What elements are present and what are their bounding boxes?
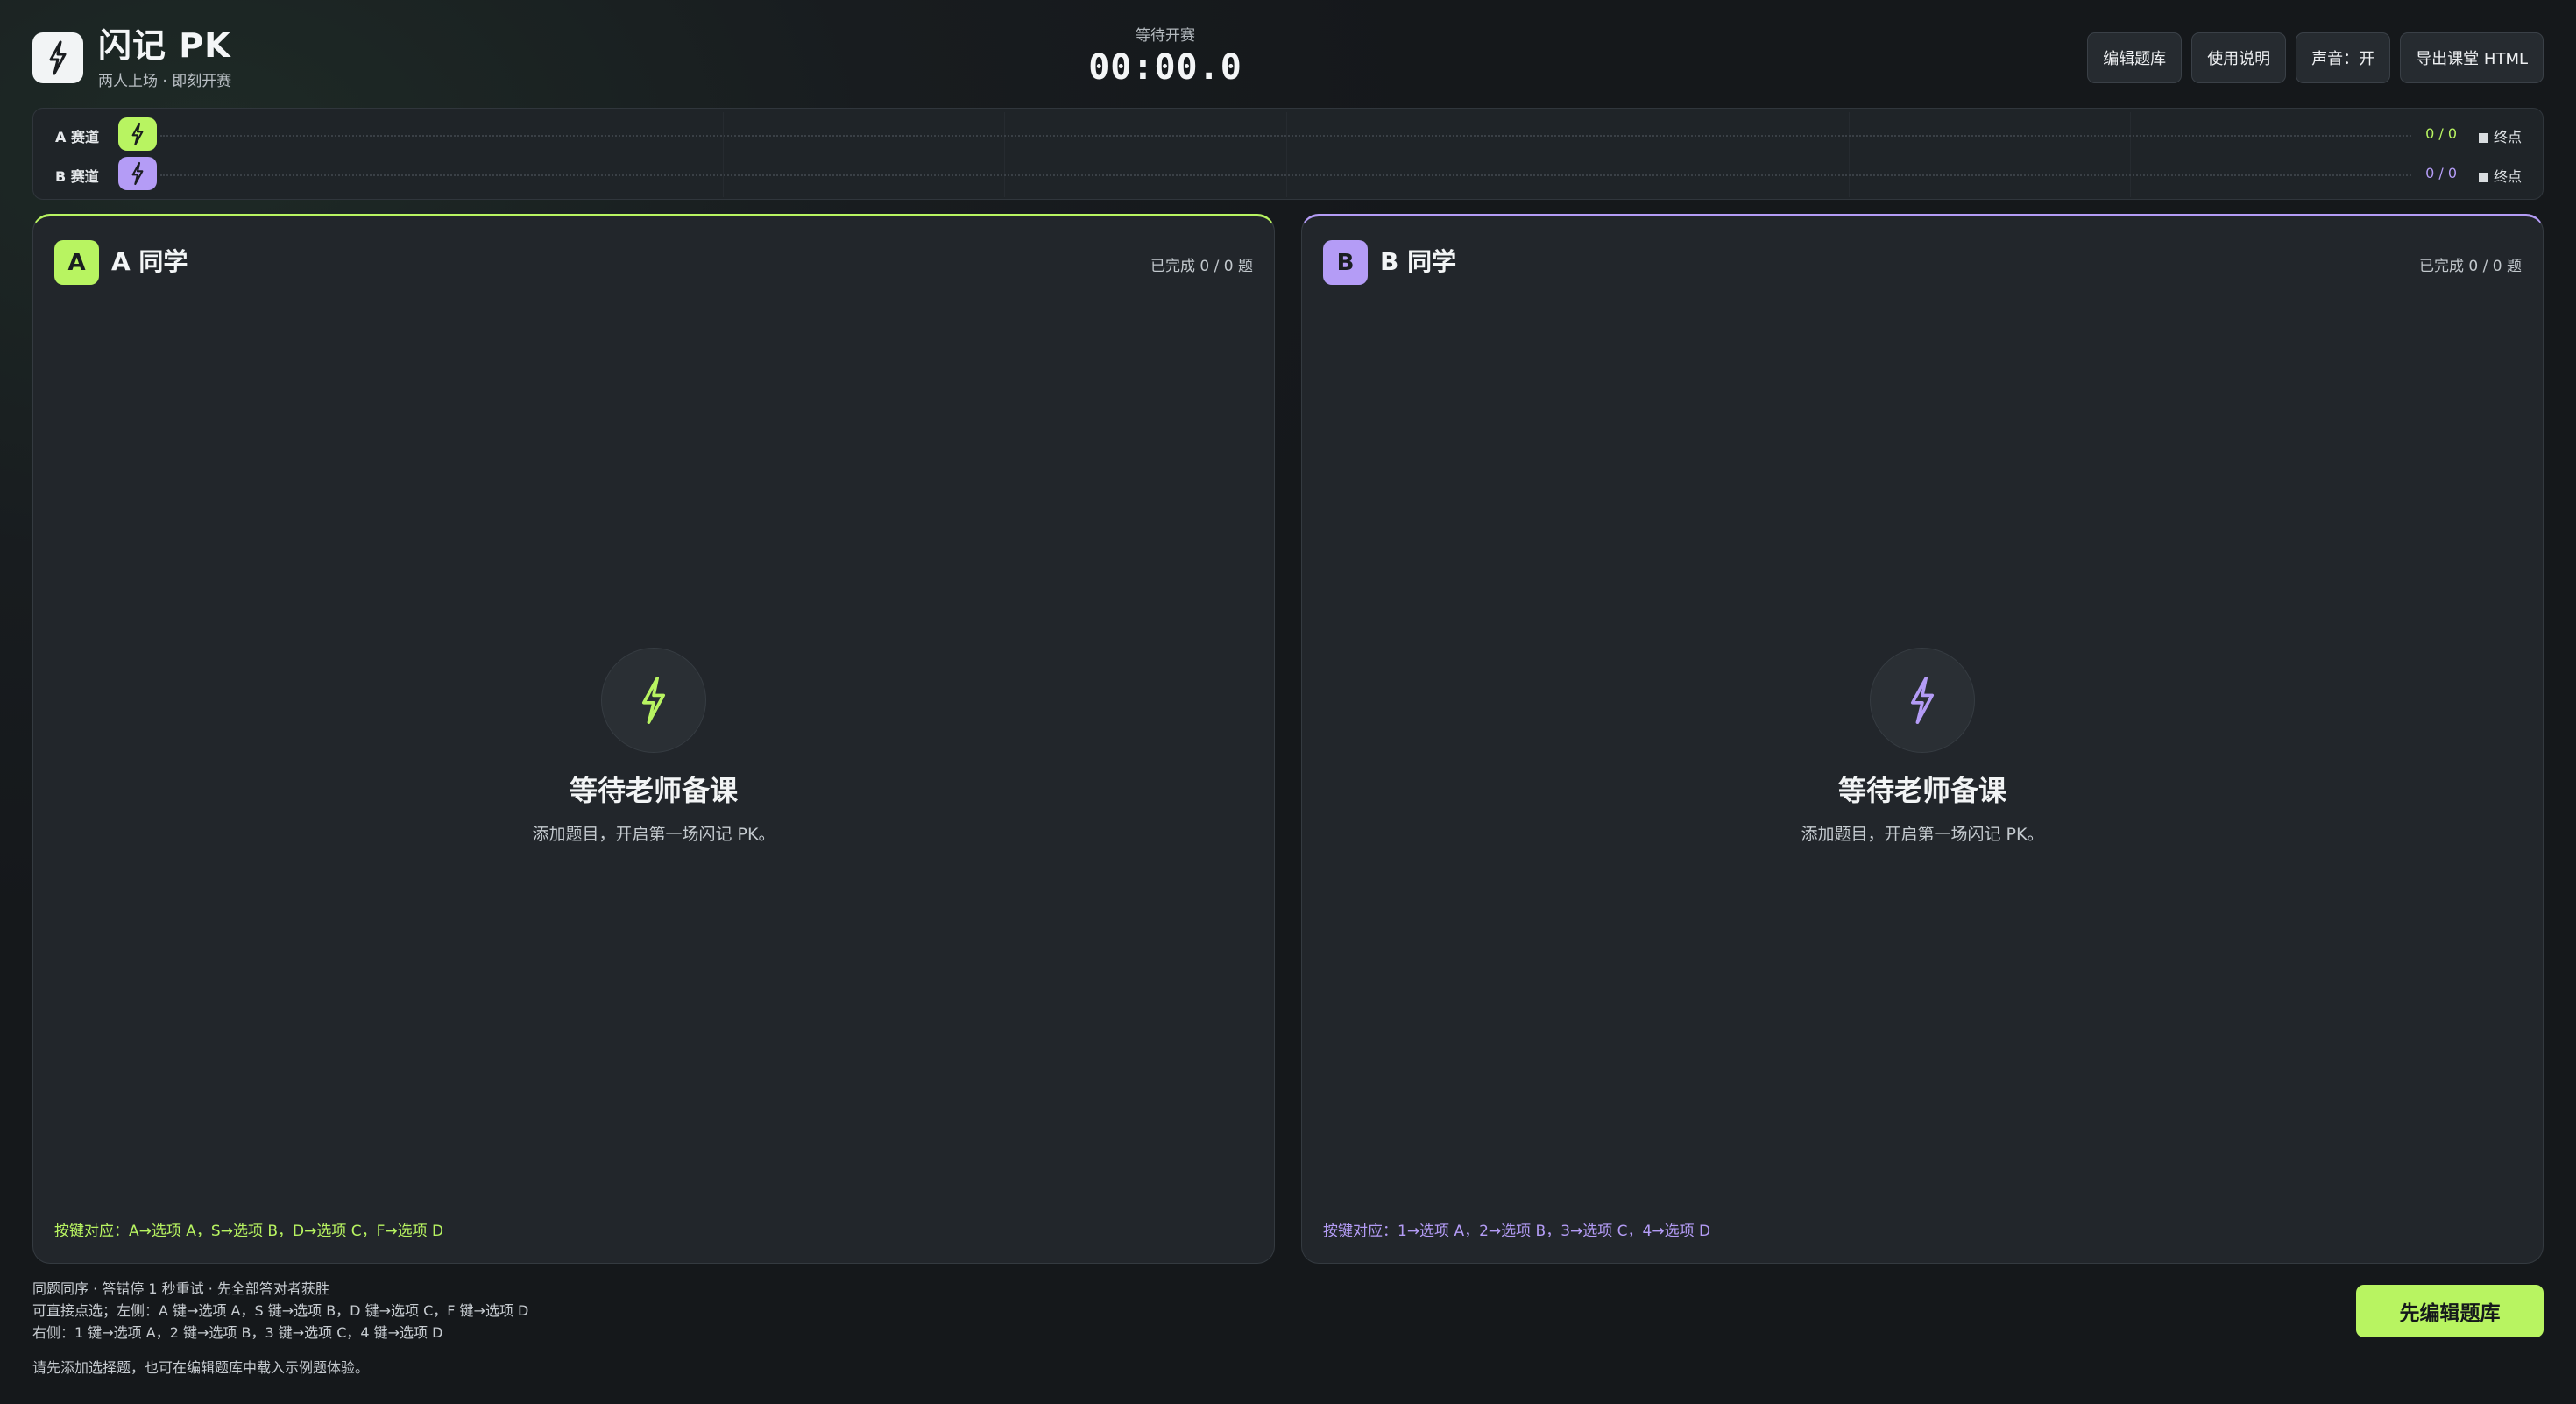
instructions-button[interactable]: 使用说明 — [2191, 32, 2287, 83]
app-logo — [32, 32, 83, 83]
player-progress: 已完成 0 / 0 题 — [2419, 258, 2522, 275]
empty-description: 添加题目，开启第一场闪记 PK。 — [532, 825, 775, 844]
rules-text: 同题同序 · 答错停 1 秒重试 · 先全部答对者获胜 — [32, 1280, 329, 1297]
lane-label: B 赛道 — [55, 168, 99, 185]
lane-label: A 赛道 — [55, 129, 99, 145]
header: 闪记 PK 两人上场 · 即刻开赛 等待开赛 00:00.0 编辑题库 使用说明… — [0, 0, 2576, 105]
left-keys-text: 可直接点选；左侧：A 键→选项 A，S 键→选项 B，D 键→选项 C，F 键→… — [32, 1302, 529, 1319]
player-name: A 同学 — [111, 247, 188, 276]
edit-bank-primary-button[interactable]: 先编辑题库 — [2356, 1285, 2544, 1337]
player-name: B 同学 — [1380, 247, 1457, 276]
lane-a: A 赛道 0 / 0 终点 — [33, 112, 2543, 158]
sound-toggle-button[interactable]: 声音：开 — [2296, 32, 2391, 83]
timer: 等待开赛 00:00.0 — [1025, 26, 1306, 89]
lightning-bolt-icon — [1910, 676, 1935, 725]
timer-value: 00:00.0 — [1088, 47, 1242, 88]
player-panel-b: B B 同学 已完成 0 / 0 题 等待老师备课 添加题目，开启第一场闪记 P… — [1301, 214, 2544, 1264]
right-keys-text: 右侧：1 键→选项 A，2 键→选项 B，3 键→选项 C，4 键→选项 D — [32, 1324, 443, 1341]
empty-title: 等待老师备课 — [569, 774, 738, 807]
footer-tip: 请先添加选择题，也可在编辑题库中载入示例题体验。 — [32, 1359, 370, 1376]
runner-a — [118, 117, 157, 151]
empty-description: 添加题目，开启第一场闪记 PK。 — [1801, 825, 2044, 844]
player-badge: A — [54, 240, 99, 285]
empty-icon-circle — [601, 648, 706, 753]
lightning-bolt-icon — [131, 122, 144, 146]
lane-line — [160, 174, 2411, 176]
empty-icon-circle — [1870, 648, 1975, 753]
empty-state: 等待老师备课 添加题目，开启第一场闪记 PK。 — [33, 648, 1274, 846]
lightning-bolt-icon — [131, 161, 144, 186]
footer-notes: 同题同序 · 答错停 1 秒重试 · 先全部答对者获胜 可直接点选；左侧：A 键… — [32, 1278, 528, 1344]
lightning-bolt-icon — [49, 40, 67, 75]
finish-label: 终点 — [2493, 129, 2522, 145]
timer-status: 等待开赛 — [1136, 27, 1195, 45]
player-badge: B — [1323, 240, 1368, 285]
lane-count: 0 / 0 — [2425, 125, 2457, 142]
toolbar: 编辑题库 使用说明 声音：开 导出课堂 HTML — [2087, 32, 2544, 83]
app-subtitle: 两人上场 · 即刻开赛 — [98, 73, 232, 90]
finish-label: 终点 — [2493, 168, 2522, 185]
finish-square-icon — [2478, 173, 2488, 182]
empty-state: 等待老师备课 添加题目，开启第一场闪记 PK。 — [1302, 648, 2543, 846]
player-progress: 已完成 0 / 0 题 — [1150, 258, 1253, 275]
player-panel-a: A A 同学 已完成 0 / 0 题 等待老师备课 添加题目，开启第一场闪记 P… — [32, 214, 1275, 1264]
runner-b — [118, 157, 157, 190]
key-hint: 按键对应：A→选项 A，S→选项 B，D→选项 C，F→选项 D — [54, 1223, 444, 1240]
finish-square-icon — [2478, 133, 2488, 143]
export-html-button[interactable]: 导出课堂 HTML — [2400, 32, 2544, 83]
lane-finish: 终点 — [2478, 165, 2522, 186]
app-title: 闪记 PK — [98, 26, 231, 65]
lightning-bolt-icon — [641, 676, 666, 725]
edit-bank-button[interactable]: 编辑题库 — [2087, 32, 2183, 83]
key-hint: 按键对应：1→选项 A，2→选项 B，3→选项 C，4→选项 D — [1323, 1223, 1711, 1240]
race-track: A 赛道 0 / 0 终点 B 赛道 0 / 0 终点 — [32, 108, 2544, 200]
lane-finish: 终点 — [2478, 125, 2522, 146]
lane-count: 0 / 0 — [2425, 165, 2457, 181]
empty-title: 等待老师备课 — [1837, 774, 2006, 807]
lane-line — [160, 135, 2411, 137]
lane-b: B 赛道 0 / 0 终点 — [33, 152, 2543, 197]
